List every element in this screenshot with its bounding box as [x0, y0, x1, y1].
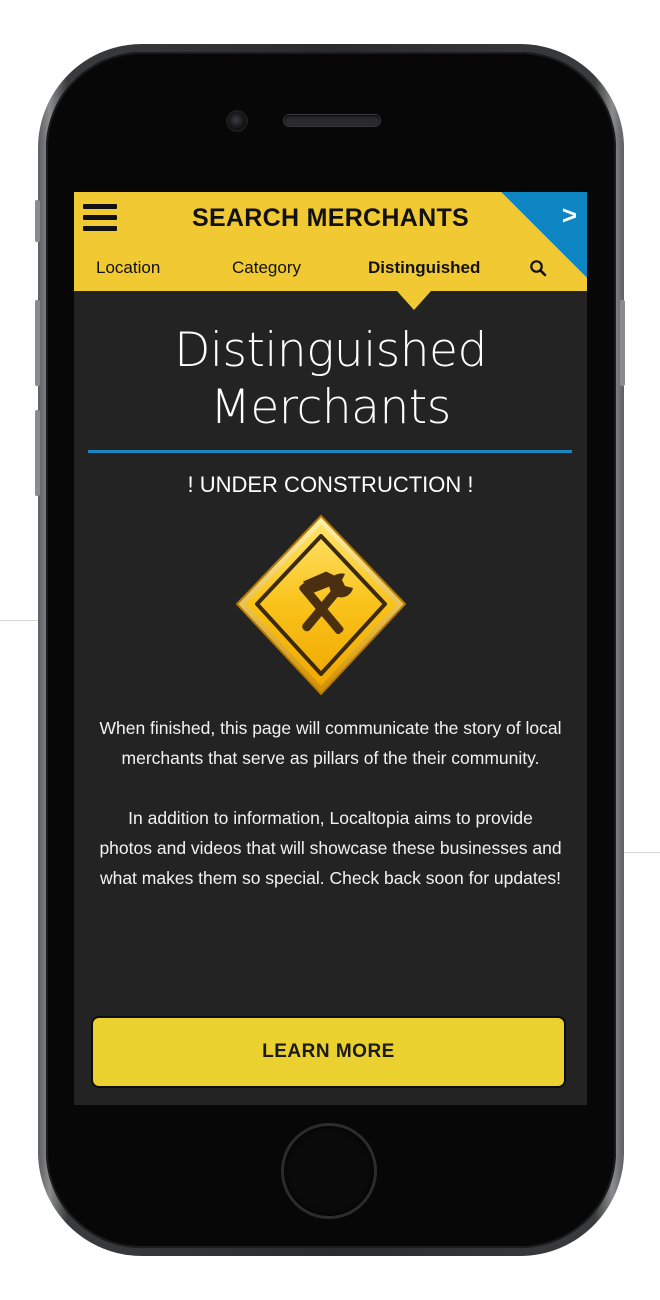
- power-button: [620, 300, 625, 386]
- tab-category[interactable]: Category: [232, 258, 301, 278]
- page-title-line1: Distinguished: [174, 323, 487, 378]
- description-paragraph-1: When finished, this page will communicat…: [84, 713, 577, 773]
- tab-location[interactable]: Location: [96, 258, 160, 278]
- home-button[interactable]: [284, 1126, 374, 1216]
- paragraph-2-line-3: what makes them so special. Check back s…: [99, 868, 562, 888]
- description-paragraph-2: In addition to information, Localtopia a…: [84, 803, 577, 893]
- background-line-right: [624, 852, 660, 853]
- app-screen: SEARCH MERCHANTS > Location Category Dis…: [74, 192, 587, 1105]
- volume-down-button: [35, 410, 40, 496]
- app-header: SEARCH MERCHANTS > Location Category Dis…: [74, 192, 587, 291]
- paragraph-1-line-1: When finished, this page will communicat…: [99, 718, 562, 738]
- tab-distinguished[interactable]: Distinguished: [368, 258, 480, 278]
- volume-up-button: [35, 300, 40, 386]
- page-title: Distinguished Merchants: [74, 322, 587, 436]
- next-arrow-icon: >: [561, 200, 577, 230]
- paragraph-2-line-2: photos and videos that will showcase the…: [99, 838, 562, 858]
- under-construction-notice: ! UNDER CONSTRUCTION !: [187, 472, 474, 497]
- paragraph-1-line-2: merchants that serve as pillars of the t…: [121, 748, 540, 768]
- page-title-line2: Merchants: [210, 380, 451, 435]
- mute-switch: [35, 200, 40, 242]
- active-tab-pointer: [397, 291, 431, 310]
- front-camera: [228, 112, 246, 130]
- construction-sign-icon: [236, 515, 406, 695]
- earpiece-speaker: [284, 115, 380, 126]
- background-line-left: [0, 620, 40, 621]
- search-icon[interactable]: [529, 259, 547, 277]
- title-divider: [88, 450, 572, 453]
- paragraph-2-line-1: In addition to information, Localtopia a…: [128, 808, 533, 828]
- learn-more-button[interactable]: LEARN MORE: [91, 1016, 566, 1088]
